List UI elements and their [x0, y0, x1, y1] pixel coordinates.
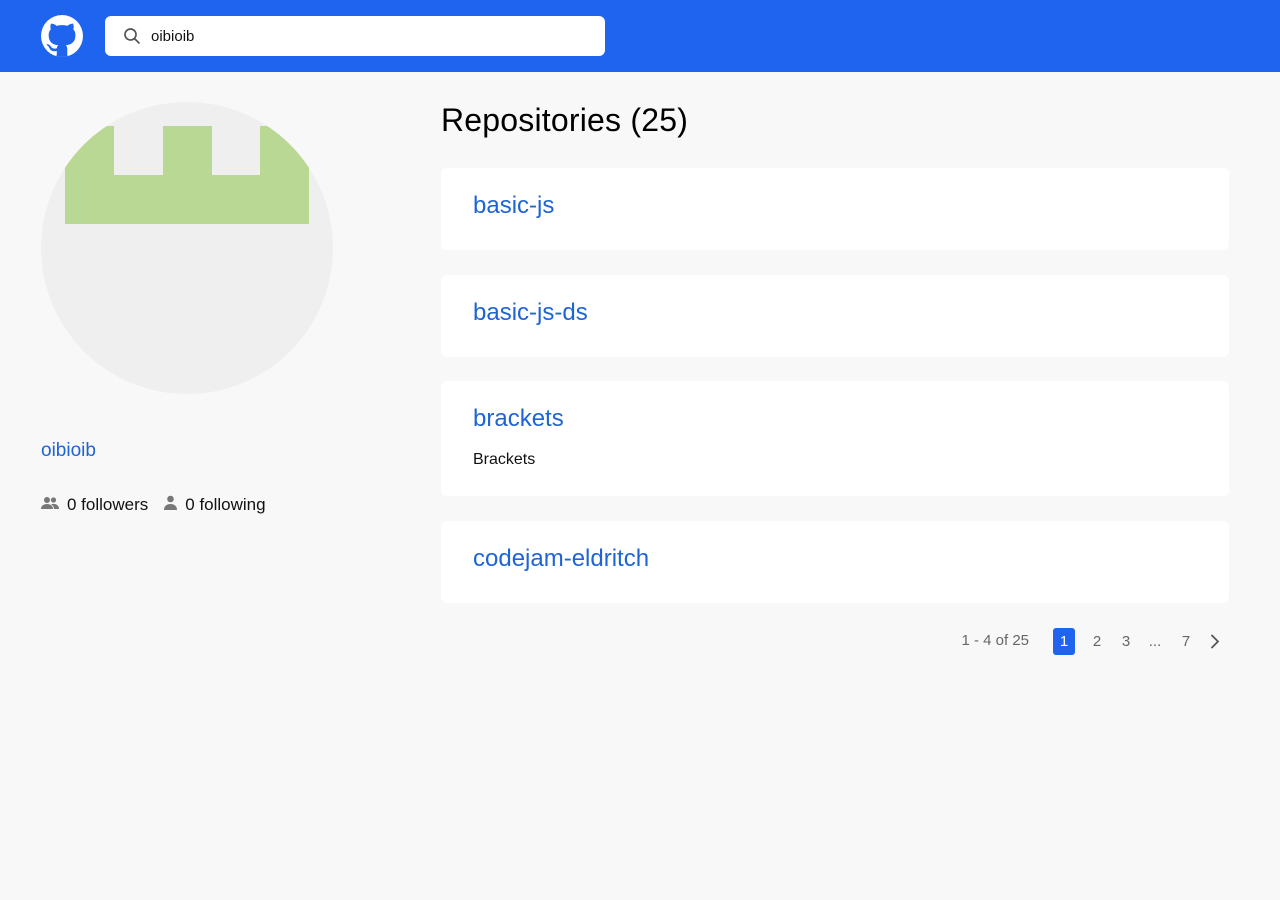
repositories-heading: Repositories (25) — [441, 102, 689, 138]
search-bar — [105, 16, 605, 56]
people-icon — [41, 495, 67, 515]
repo-card: basic-js-ds — [441, 275, 1229, 357]
repo-link[interactable]: codejam-eldritch — [473, 545, 649, 573]
repo-description: Brackets — [473, 451, 536, 468]
following-stat: 0 following — [164, 495, 266, 515]
person-icon — [164, 495, 185, 515]
chevron-right-icon[interactable] — [1210, 634, 1220, 654]
following-label: 0 following — [185, 495, 266, 514]
avatar — [41, 102, 333, 394]
repo-card: basic-js — [441, 168, 1229, 250]
repo-link[interactable]: brackets — [473, 405, 564, 433]
pagination-summary: 1 - 4 of 25 — [961, 632, 1029, 649]
repo-link[interactable]: basic-js-ds — [473, 299, 588, 327]
search-input[interactable] — [151, 16, 591, 56]
github-icon[interactable] — [41, 15, 83, 57]
page-button-1[interactable]: 1 — [1053, 628, 1075, 655]
followers-label: 0 followers — [67, 495, 149, 514]
page-button-3[interactable]: 3 — [1116, 628, 1136, 655]
page-ellipsis: ... — [1148, 633, 1162, 650]
repo-card: codejam-eldritch — [441, 521, 1229, 603]
page-button-2[interactable]: 2 — [1087, 628, 1107, 655]
follow-stats: 0 followers 0 following — [41, 494, 266, 516]
top-header — [0, 0, 1280, 72]
repo-card: brackets Brackets — [441, 381, 1229, 496]
page-button-7[interactable]: 7 — [1176, 628, 1196, 655]
search-icon — [123, 27, 141, 45]
followers-stat: 0 followers — [41, 495, 148, 515]
profile-username-link[interactable]: oibioib — [41, 440, 96, 462]
pagination: 1 - 4 of 25 1 2 3 ... 7 — [441, 626, 1229, 656]
repo-link[interactable]: basic-js — [473, 192, 554, 220]
